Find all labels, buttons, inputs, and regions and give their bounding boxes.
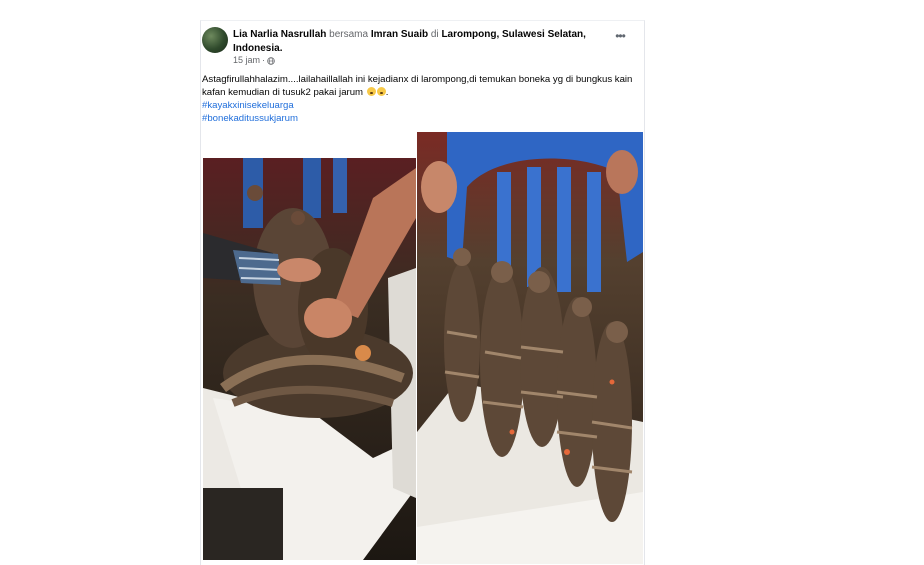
post-photo-1[interactable] [203,158,416,560]
more-options-button[interactable]: ••• [609,30,631,46]
hashtag-link[interactable]: #bonekaditussukjarum [202,113,298,124]
meta-separator: · [262,55,266,65]
post-header: Lia Narlia Nasrullah bersama Imran Suaib… [201,21,644,71]
post-text: Astagfirullahhalazim....lailahaillallah … [202,74,633,98]
with-word: bersama [329,29,369,40]
post-text-period: . [385,87,389,98]
post-photo-2[interactable] [417,132,643,564]
location-period: . [279,43,283,54]
photo-2-illustration [417,132,643,564]
globe-icon [267,56,275,65]
author-line: Lia Narlia Nasrullah bersama Imran Suaib… [233,28,603,56]
at-word: di [430,29,439,40]
hashtag-link[interactable]: #kayakxinisekeluarga [202,100,294,111]
post-body: Astagfirullahhalazim....lailahaillallah … [202,73,642,125]
post-meta: 15 jam · [233,54,275,66]
photo-grid [201,131,644,565]
photo-1-illustration [203,158,416,560]
sad-face-emoji-icon [376,87,386,96]
author-avatar[interactable] [202,27,228,53]
tagged-person-link[interactable]: Imran Suaib [371,29,428,40]
author-name-link[interactable]: Lia Narlia Nasrullah [233,29,326,40]
surprised-face-emoji-icon [366,87,376,96]
timestamp-link[interactable]: 15 jam [233,54,260,66]
facebook-post-card: Lia Narlia Nasrullah bersama Imran Suaib… [200,20,645,565]
